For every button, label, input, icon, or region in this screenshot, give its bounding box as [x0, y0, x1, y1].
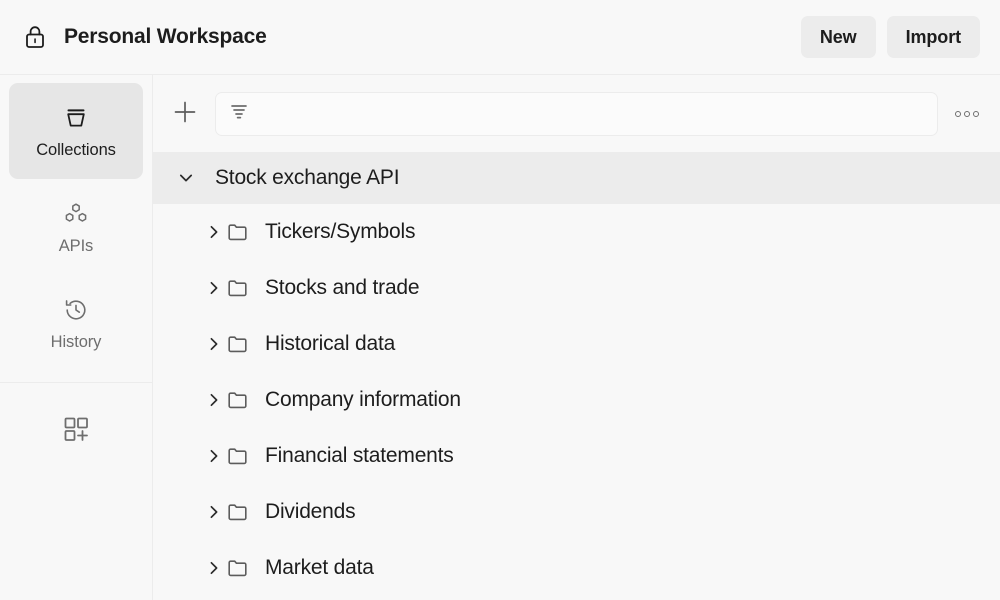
- folder-name: Dividends: [265, 500, 355, 524]
- more-dot: [955, 111, 961, 117]
- sidebar-item-collections[interactable]: Collections: [9, 83, 143, 179]
- filter-input[interactable]: [260, 105, 925, 123]
- workspace-header: Personal Workspace New Import: [0, 0, 1000, 75]
- sidebar-item-apis[interactable]: APIs: [9, 179, 143, 275]
- more-dot: [973, 111, 979, 117]
- collection-name: Stock exchange API: [215, 166, 399, 190]
- apis-hexagons-icon: [61, 199, 91, 229]
- collections-tree: Stock exchange API Tickers/Symbols: [153, 152, 1000, 600]
- folder-icon: [225, 331, 251, 357]
- folder-row[interactable]: Financial statements: [153, 428, 1000, 484]
- app-root: Personal Workspace New Import Collection…: [0, 0, 1000, 600]
- folder-row[interactable]: Stocks and trade: [153, 260, 1000, 316]
- import-button[interactable]: Import: [887, 16, 980, 58]
- folder-row[interactable]: Dividends: [153, 484, 1000, 540]
- folder-icon: [225, 219, 251, 245]
- folder-row[interactable]: Company information: [153, 372, 1000, 428]
- sidebar: Collections APIs: [0, 75, 153, 600]
- plus-icon: [172, 99, 198, 128]
- chevron-down-icon[interactable]: [175, 167, 197, 189]
- collections-toolbar: [153, 75, 1000, 152]
- chevron-right-icon[interactable]: [203, 389, 225, 411]
- chevron-right-icon[interactable]: [203, 557, 225, 579]
- history-clock-icon: [61, 295, 91, 325]
- folder-icon: [225, 555, 251, 581]
- sidebar-item-history-label: History: [51, 334, 102, 351]
- new-button[interactable]: New: [801, 16, 876, 58]
- folder-name: Financial statements: [265, 444, 454, 468]
- folder-icon: [225, 443, 251, 469]
- body: Collections APIs: [0, 75, 1000, 600]
- folder-row[interactable]: Tickers/Symbols: [153, 204, 1000, 260]
- main-panel: Stock exchange API Tickers/Symbols: [153, 75, 1000, 600]
- add-collection-button[interactable]: [167, 96, 203, 132]
- chevron-right-icon[interactable]: [203, 221, 225, 243]
- add-module-grid-plus-icon: [61, 414, 91, 444]
- filter-field[interactable]: [215, 92, 938, 136]
- folder-icon: [225, 387, 251, 413]
- chevron-right-icon[interactable]: [203, 333, 225, 355]
- folder-name: Tickers/Symbols: [265, 220, 415, 244]
- header-actions: New Import: [801, 16, 980, 58]
- sidebar-item-add-module[interactable]: [0, 383, 152, 475]
- more-dot: [964, 111, 970, 117]
- folder-name: Stocks and trade: [265, 276, 419, 300]
- folder-icon: [225, 275, 251, 301]
- sidebar-item-apis-label: APIs: [59, 238, 93, 255]
- sidebar-item-collections-label: Collections: [36, 142, 116, 159]
- collection-row-stock-exchange-api[interactable]: Stock exchange API: [153, 152, 1000, 204]
- folder-name: Historical data: [265, 332, 395, 356]
- chevron-right-icon[interactable]: [203, 277, 225, 299]
- folder-row[interactable]: Historical data: [153, 316, 1000, 372]
- chevron-right-icon[interactable]: [203, 501, 225, 523]
- filter-icon: [228, 100, 250, 127]
- folder-row[interactable]: Market data: [153, 540, 1000, 596]
- lock-icon: [22, 24, 48, 50]
- sidebar-item-history[interactable]: History: [9, 275, 143, 371]
- folder-name: Market data: [265, 556, 374, 580]
- folder-icon: [225, 499, 251, 525]
- folder-name: Company information: [265, 388, 461, 412]
- collections-icon: [61, 103, 91, 133]
- more-horizontal-icon[interactable]: [950, 97, 984, 131]
- chevron-right-icon[interactable]: [203, 445, 225, 467]
- page-title: Personal Workspace: [64, 25, 267, 49]
